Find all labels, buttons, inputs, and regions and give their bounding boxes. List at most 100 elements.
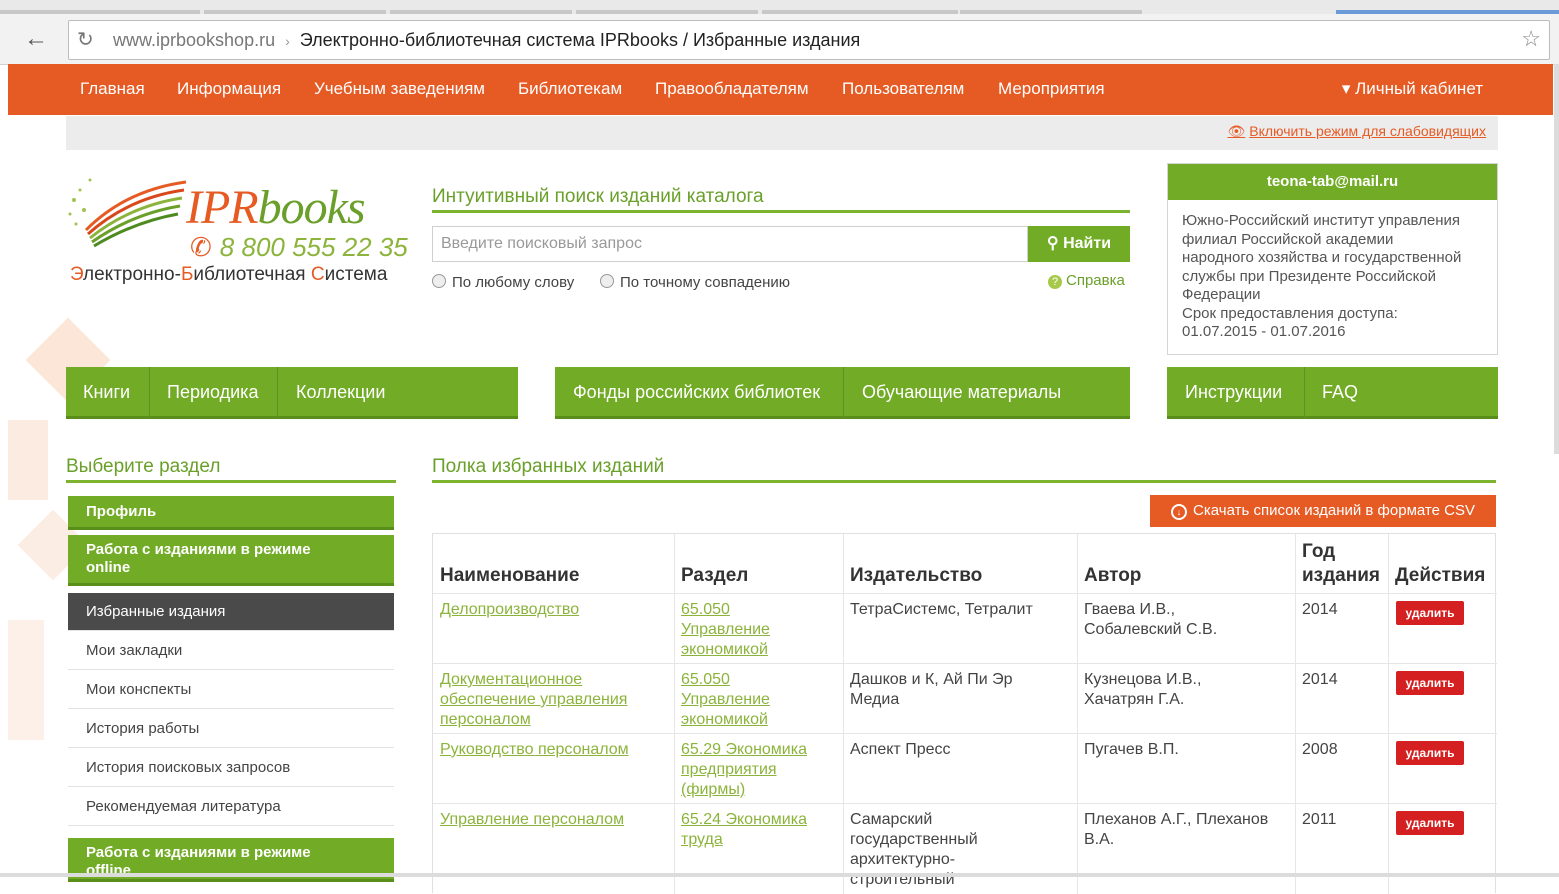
tab-separator <box>149 367 150 419</box>
table-row-section-link[interactable]: 65.050 Управление экономикой <box>681 670 770 730</box>
nav-institutions[interactable]: Учебным заведениям <box>314 79 485 99</box>
nav-personal-cabinet[interactable]: ▾ Личный кабинет <box>1342 79 1483 99</box>
sidebar-title: Выберите раздел <box>66 456 221 477</box>
download-csv-button[interactable]: ↓ Скачать список изданий в формате CSV <box>1150 495 1496 527</box>
iprbooks-logo[interactable]: IPRbooks ✆ 8 800 555 22 35 Электронно-Биб… <box>66 170 408 290</box>
tab-learning-materials[interactable]: Обучающие материалы <box>862 382 1061 403</box>
back-arrow-icon[interactable]: ← <box>20 26 52 54</box>
publisher-line: архитектурно- <box>850 851 956 868</box>
org-line: народного хозяйства и государственной <box>1182 249 1462 266</box>
column-divider <box>1388 534 1389 894</box>
table-row-section-link[interactable]: 65.29 Экономика предприятия (фирмы) <box>681 740 807 800</box>
search-icon: ⚲ <box>1046 235 1064 252</box>
sidebar-item-search-history[interactable]: История поисковых запросов <box>68 749 394 787</box>
sidebar-item-work-history[interactable]: История работы <box>68 710 394 748</box>
delete-button[interactable]: удалить <box>1396 671 1464 695</box>
reload-icon[interactable]: ↻ <box>77 27 94 52</box>
table-row-author: Пугачев В.П. <box>1084 740 1179 760</box>
accessibility-bar: 👁 Включить режим для слабовидящих <box>66 116 1498 150</box>
vertical-scrollbar[interactable] <box>1554 64 1559 454</box>
title-line: Управление персоналом <box>440 811 625 828</box>
phone-number: 8 800 555 22 35 <box>219 232 408 262</box>
table-row-section-link[interactable]: 65.24 Экономика труда <box>681 810 807 850</box>
title-line: обеспечение управления <box>440 691 628 708</box>
nav-events[interactable]: Мероприятия <box>998 79 1105 99</box>
table-row-section-link[interactable]: 65.050 Управление экономикой <box>681 600 770 660</box>
delete-button[interactable]: удалить <box>1396 601 1464 625</box>
url-host: www.iprbookshop.ru <box>113 30 276 50</box>
sidebar-item-profile[interactable]: Профиль <box>68 496 394 530</box>
table-row-title-link[interactable]: Документационное обеспечение управления пе… <box>440 670 627 730</box>
radio-circle[interactable] <box>432 274 446 288</box>
user-email[interactable]: teona-tab@mail.ru <box>1168 164 1497 200</box>
sidebar-section-offline-line2: offline <box>86 862 131 879</box>
section-line: Управление <box>681 691 770 708</box>
search-button[interactable]: ⚲ Найти <box>1028 226 1130 262</box>
nav-libraries[interactable]: Библиотекам <box>518 79 622 99</box>
publisher-line: Аспект Пресс <box>850 741 951 758</box>
help-icon: ? <box>1048 275 1062 289</box>
logo-tagline: Электронно-Библиотечная Система <box>70 264 387 286</box>
help-label: Справка <box>1066 272 1125 289</box>
url-page-title: Электронно-библиотечная система IPRbooks… <box>299 30 861 50</box>
tab-books[interactable]: Книги <box>83 382 130 403</box>
table-row-title-link[interactable]: Руководство персоналом <box>440 740 629 760</box>
delete-button[interactable]: удалить <box>1396 741 1464 765</box>
tab-collections[interactable]: Коллекции <box>296 382 385 403</box>
search-title: Интуитивный поиск изданий каталога <box>432 186 764 207</box>
bookmark-star-icon[interactable]: ☆ <box>1521 26 1541 52</box>
tagline-letter: С <box>310 264 325 285</box>
author-line: Собалевский С.В. <box>1084 621 1218 638</box>
sidebar-item-recommended[interactable]: Рекомендуемая литература <box>68 788 394 826</box>
nav-info[interactable]: Информация <box>177 79 281 99</box>
favorites-shelf-title: Полка избранных изданий <box>432 456 665 477</box>
delete-button[interactable]: удалить <box>1396 811 1464 835</box>
help-link[interactable]: ? Справка <box>1048 272 1125 289</box>
url-text: www.iprbookshop.ru › Электронно-библиотечн… <box>113 30 860 51</box>
sidebar-item-bookmarks[interactable]: Мои закладки <box>68 632 394 670</box>
tab-faq[interactable]: FAQ <box>1322 382 1358 403</box>
section-line: предприятия <box>681 761 777 778</box>
tab-edge <box>960 10 1142 14</box>
tab-edge <box>390 10 572 14</box>
author-line: Плеханов А.Г., Плеханов <box>1084 811 1269 828</box>
author-line: Пугачев В.П. <box>1084 741 1179 758</box>
sidebar-section-online-line2: online <box>86 559 131 576</box>
tab-edge <box>576 10 758 14</box>
logo-brand-ipr: IPR <box>186 181 259 234</box>
catalog-tabs: Книги Периодика Коллекции <box>66 367 518 419</box>
section-line: 65.050 <box>681 671 730 688</box>
table-row-author: Кузнецова И.В., Хачатрян Г.А. <box>1084 670 1201 710</box>
radio-any-word[interactable]: По любому слову <box>432 274 574 291</box>
table-row-year: 2011 <box>1302 811 1337 828</box>
address-bar[interactable]: ↻ www.iprbookshop.ru › Электронно-библиоте… <box>68 20 1550 60</box>
search-input[interactable] <box>432 226 1028 262</box>
author-line: В.А. <box>1084 831 1115 848</box>
tab-periodicals[interactable]: Периодика <box>167 382 258 403</box>
table-row-title-link[interactable]: Делопроизводство <box>440 600 579 620</box>
table-row-year: 2014 <box>1302 671 1338 688</box>
sidebar-item-favorites[interactable]: Избранные издания <box>68 593 394 631</box>
table-row-year: 2014 <box>1302 601 1338 618</box>
title-line: Руководство персоналом <box>440 741 629 758</box>
section-line: Управление <box>681 621 770 638</box>
tab-edge <box>0 10 200 14</box>
author-line: Хачатрян Г.А. <box>1084 691 1185 708</box>
access-period-label: Срок предоставления доступа: <box>1182 304 1398 322</box>
low-vision-mode-link[interactable]: 👁 Включить режим для слабовидящих <box>1227 123 1486 140</box>
radio-circle[interactable] <box>600 274 614 288</box>
decor-shape <box>8 420 48 500</box>
phone-icon: ✆ <box>190 232 212 262</box>
table-row-title-link[interactable]: Управление персоналом <box>440 810 624 830</box>
radio-exact-match-label: По точному совпадению <box>620 274 791 291</box>
tab-instructions[interactable]: Инструкции <box>1185 382 1282 403</box>
nav-main[interactable]: Главная <box>80 79 145 99</box>
sidebar-section-online[interactable]: Работа с изданиями в режиме online <box>68 535 394 586</box>
horizontal-scrollbar[interactable] <box>0 873 1559 877</box>
tab-russian-libraries[interactable]: Фонды российских библиотек <box>573 382 820 403</box>
nav-users[interactable]: Пользователям <box>842 79 964 99</box>
nav-rightholders[interactable]: Правообладателям <box>655 79 809 99</box>
radio-exact-match[interactable]: По точному совпадению <box>600 274 790 291</box>
tagline-part: лектронно- <box>83 264 181 285</box>
sidebar-item-notes[interactable]: Мои конспекты <box>68 671 394 709</box>
